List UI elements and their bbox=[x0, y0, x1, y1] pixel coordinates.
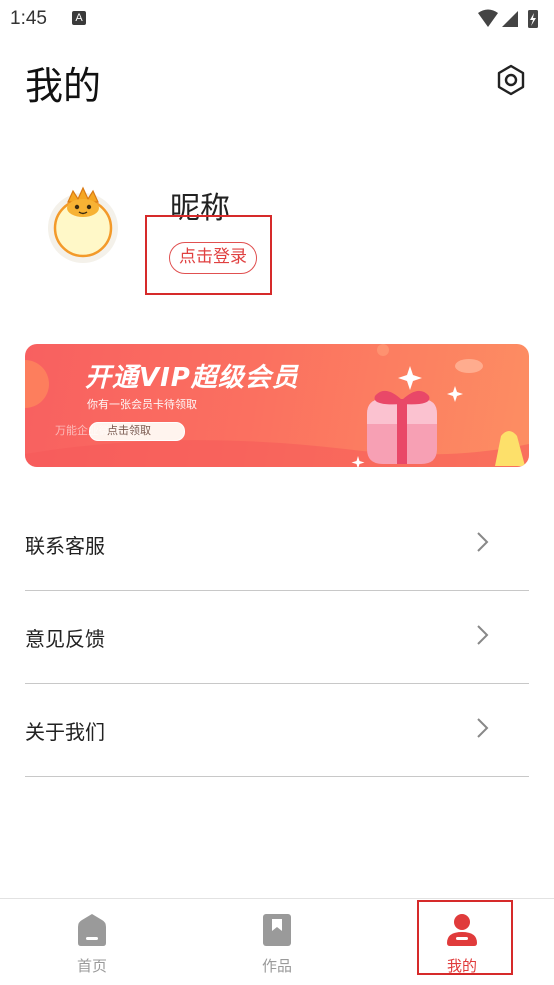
wifi-icon bbox=[478, 9, 498, 27]
avatar[interactable] bbox=[44, 182, 122, 264]
bookmark-icon bbox=[263, 914, 291, 946]
gear-icon[interactable] bbox=[494, 63, 528, 97]
status-time: 1:45 bbox=[10, 8, 47, 29]
menu-item-label: 关于我们 bbox=[25, 720, 105, 744]
login-button[interactable]: 点击登录 bbox=[169, 242, 257, 274]
chevron-right-icon bbox=[477, 625, 489, 645]
nav-item-works[interactable]: 作品 bbox=[217, 899, 337, 985]
nav-item-home[interactable]: 首页 bbox=[32, 899, 152, 985]
nav-mine-highlight-box bbox=[417, 900, 513, 975]
home-icon bbox=[78, 914, 106, 946]
menu-item-contact-support[interactable]: 联系客服 bbox=[25, 498, 529, 591]
gift-box-icon bbox=[367, 390, 437, 464]
vip-subtitle: 你有一张会员卡待领取 bbox=[87, 398, 197, 411]
status-bar: 1:45 A bbox=[0, 0, 554, 40]
menu-item-about-us[interactable]: 关于我们 bbox=[25, 684, 529, 777]
vip-title: 开通VIP超级会员 bbox=[85, 363, 299, 393]
vip-claim-label: 点击领取 bbox=[107, 424, 151, 437]
page-title: 我的 bbox=[25, 64, 102, 108]
nav-label: 作品 bbox=[261, 957, 292, 975]
chevron-right-icon bbox=[477, 718, 489, 738]
menu-item-label: 联系客服 bbox=[25, 534, 105, 558]
signal-icon bbox=[502, 11, 518, 27]
vip-banner[interactable]: 开通VIP超级会员 你有一张会员卡待领取 万能企业微信下载 点击领取 bbox=[25, 344, 529, 467]
nav-label: 首页 bbox=[76, 957, 107, 975]
menu-item-label: 意见反馈 bbox=[25, 627, 105, 651]
status-icons bbox=[478, 9, 538, 28]
chevron-right-icon bbox=[477, 532, 489, 552]
menu-item-feedback[interactable]: 意见反馈 bbox=[25, 591, 529, 684]
notification-icon: A bbox=[72, 11, 86, 25]
